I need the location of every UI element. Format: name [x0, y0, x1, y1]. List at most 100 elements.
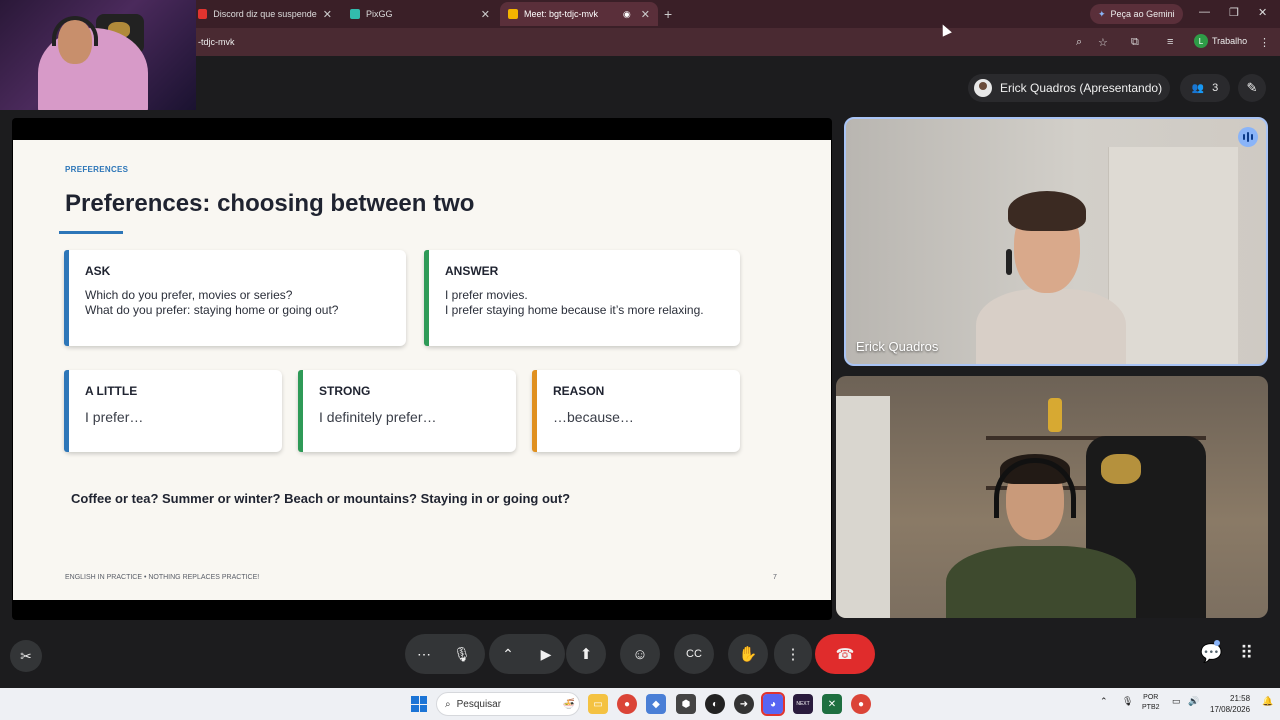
background-door [836, 396, 890, 618]
tab-meet[interactable]: Meet: bgt-tdjc-mvk ◉ ✕ [500, 2, 658, 26]
microphone-icon[interactable]: 🎙 [443, 646, 481, 663]
activities-icon[interactable]: ⠿ [1240, 643, 1253, 664]
language-indicator[interactable]: POR PTB2 [1142, 693, 1160, 713]
tab-pixgg[interactable]: PixGG ✕ [342, 2, 498, 26]
ask-gemini-button[interactable]: ✦ Peça ao Gemini [1090, 4, 1183, 24]
participant-count: 3 [1212, 82, 1219, 94]
present-screen-button[interactable]: ⬆ [566, 634, 606, 674]
chat-icon[interactable]: 💬 [1200, 643, 1222, 664]
tab-title: Meet: bgt-tdjc-mvk [524, 9, 599, 19]
notifications-icon[interactable]: 🔔 [1262, 696, 1273, 707]
app-icon[interactable]: ⬢ [676, 694, 696, 714]
system-clock[interactable]: 21:58 17/08/2026 [1210, 693, 1250, 715]
next-app-icon[interactable]: NEXT [793, 694, 813, 714]
captions-icon: CC [686, 648, 702, 660]
more-options-button[interactable]: ⋮ [774, 634, 812, 674]
network-icon[interactable]: ▭ [1172, 696, 1181, 707]
tab-title: PixGG [366, 9, 393, 19]
windows-start-icon[interactable] [411, 696, 427, 712]
extensions-icon[interactable]: ⧉ [1131, 36, 1139, 49]
language-top: POR [1143, 694, 1159, 701]
clock-date: 17/08/2026 [1210, 705, 1251, 714]
card-heading: REASON [553, 384, 605, 398]
annotate-icon[interactable]: ✎ [1238, 74, 1266, 102]
captions-button[interactable]: CC [674, 634, 714, 674]
chevron-up-icon[interactable]: ⌃ [489, 646, 527, 663]
card-heading: A LITTLE [85, 384, 138, 398]
hand-icon: ✋ [738, 646, 758, 663]
participant-tile-erick[interactable]: Erick Quadros [844, 117, 1268, 366]
card-strong: STRONG I definitely prefer… [298, 370, 516, 452]
card-a-little: A LITTLE I prefer… [64, 370, 282, 452]
chrome-icon[interactable]: ● [851, 694, 871, 714]
profile-label: Trabalho [1212, 36, 1248, 46]
card-text: I prefer movies. I prefer staying home b… [445, 288, 704, 318]
card-text: …because… [553, 409, 634, 425]
bookmark-star-icon[interactable]: ☆ [1098, 36, 1108, 49]
headset-mic-icon [1006, 249, 1012, 275]
card-heading: ASK [85, 264, 111, 278]
more-audio-options-icon[interactable]: ⋯ [405, 646, 443, 663]
gemini-icon: ✦ [1098, 8, 1106, 19]
participant-body [946, 546, 1136, 618]
close-tab-icon[interactable]: ✕ [481, 8, 490, 21]
card-heading: ANSWER [445, 264, 499, 278]
reactions-button[interactable]: ☺ [620, 634, 660, 674]
close-tab-icon[interactable]: ✕ [323, 8, 332, 21]
more-vertical-icon: ⋮ [785, 646, 801, 663]
discord-favicon-icon [198, 9, 208, 19]
streamer-webcam-overlay [0, 0, 196, 110]
card-line: I prefer movies. [445, 288, 528, 302]
card-accent-bar [64, 250, 69, 346]
card-accent-bar [532, 370, 537, 452]
language-bottom: PTB2 [1142, 704, 1160, 711]
restore-icon[interactable]: ❐ [1229, 6, 1239, 19]
search-highlight-icon: 🍜 [562, 698, 575, 710]
app-icon[interactable]: ➜ [734, 694, 754, 714]
pin-icon[interactable]: ✂ [10, 640, 42, 672]
participant-tile-self[interactable] [836, 376, 1268, 618]
trophy [1048, 398, 1062, 432]
media-controls-icon[interactable]: ≡ [1167, 36, 1173, 48]
card-text: Which do you prefer, movies or series? W… [85, 288, 338, 318]
participant-hair [1008, 191, 1086, 231]
url-text[interactable]: -tdjc-mvk [198, 37, 235, 47]
card-reason: REASON …because… [532, 370, 740, 452]
search-placeholder: Pesquisar [456, 698, 502, 710]
windows-taskbar: ⌕ Pesquisar 🍜 ▭ ● ◆ ⬢ ◐ ➜ ◕ NEXT ✕ ● ⌃ 🎙… [0, 688, 1280, 720]
new-tab-button[interactable]: + [664, 6, 672, 22]
title-underline [59, 231, 123, 234]
tray-overflow-icon[interactable]: ⌃ [1100, 696, 1108, 707]
tray-mic-icon[interactable]: 🎙 [1122, 696, 1133, 707]
slide-footer: ENGLISH IN PRACTICE • NOTHING REPLACES P… [65, 574, 260, 581]
presenter-indicator[interactable]: Erick Quadros (Apresentando) [968, 74, 1171, 102]
tab-discord[interactable]: Discord diz que suspendeu live ✕ [190, 2, 340, 26]
browser-menu-icon[interactable]: ⋮ [1259, 36, 1270, 49]
leave-call-button[interactable]: ☎ [815, 634, 875, 674]
camera-icon[interactable]: ▶ [527, 646, 565, 663]
card-accent-bar [424, 250, 429, 346]
chair-logo [1101, 454, 1141, 484]
taskbar-search[interactable]: ⌕ Pesquisar 🍜 [436, 692, 580, 716]
headset-icon [52, 16, 98, 46]
minimize-icon[interactable]: — [1199, 6, 1210, 18]
card-text: I prefer… [85, 409, 144, 425]
chat-notification-dot [1214, 640, 1220, 646]
zoom-icon[interactable]: ⌕ [1076, 36, 1082, 49]
meet-favicon-icon [508, 9, 518, 19]
discord-icon[interactable]: ◕ [761, 692, 785, 716]
participant-name: Erick Quadros [856, 339, 939, 354]
app-icon[interactable]: ◐ [705, 694, 725, 714]
terminal-icon[interactable]: ✕ [822, 694, 842, 714]
volume-icon[interactable]: 🔊 [1188, 696, 1199, 707]
app-icon[interactable]: ◆ [646, 694, 666, 714]
chrome-icon[interactable]: ● [617, 694, 637, 714]
raise-hand-button[interactable]: ✋ [728, 634, 768, 674]
close-tab-icon[interactable]: ✕ [641, 8, 650, 21]
background-wardrobe [1108, 147, 1238, 364]
clock-time: 21:58 [1230, 694, 1251, 703]
close-window-icon[interactable]: ✕ [1258, 6, 1267, 19]
profile-button[interactable]: L Trabalho [1194, 34, 1247, 48]
file-explorer-icon[interactable]: ▭ [588, 694, 608, 714]
participants-button[interactable]: 👥 3 [1180, 74, 1230, 102]
